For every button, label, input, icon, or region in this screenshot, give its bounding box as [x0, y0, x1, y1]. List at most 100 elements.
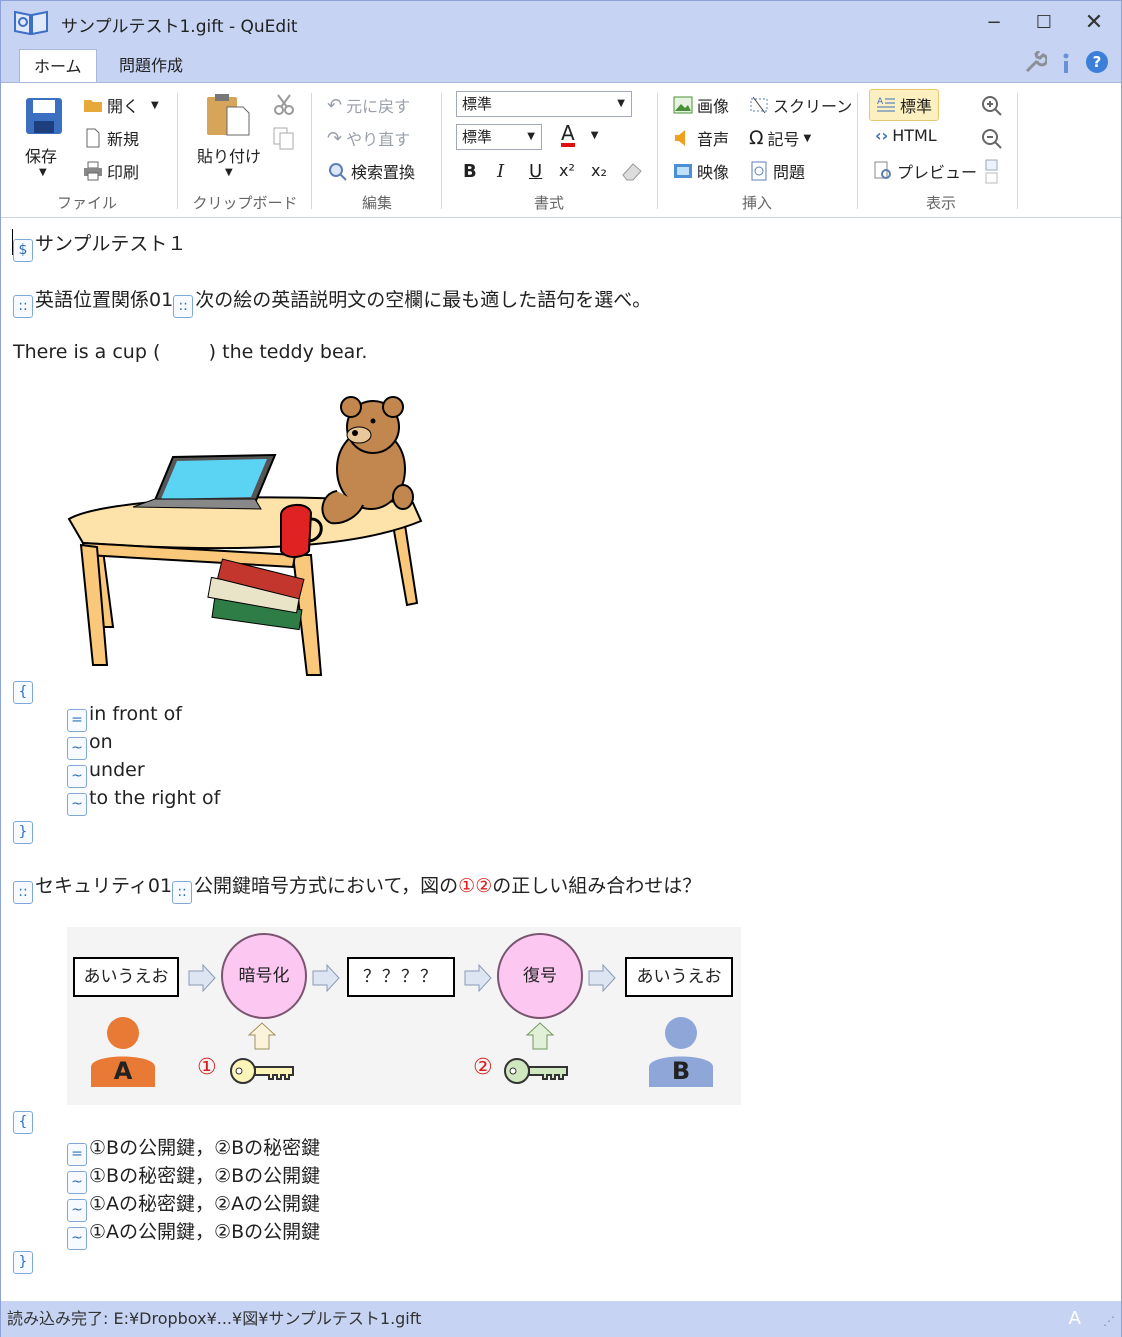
group-format: 標準 ▼ 標準 ▼ A ▼ B I U x² x₂ 書式	[445, 83, 653, 219]
editor-area[interactable]: $ サンプルテスト１ :: 英語位置関係01:: 次の絵の英語説明文の空欄に最も適した…	[1, 219, 1121, 1301]
insert-screen-button[interactable]: スクリーン	[749, 93, 852, 117]
superscript-button[interactable]: x²	[559, 161, 575, 180]
zoom-in-icon[interactable]	[981, 95, 1003, 117]
wrong-marker: ~	[67, 1227, 87, 1250]
speaker-icon	[675, 130, 685, 146]
code-icon: ‹›	[875, 126, 889, 145]
subscript-button[interactable]: x₂	[591, 161, 607, 180]
screenshot-icon	[750, 96, 768, 114]
underline-button[interactable]: U	[529, 161, 542, 182]
insert-video-button[interactable]: 映像	[673, 159, 729, 183]
find-replace-button[interactable]: 検索置換	[327, 159, 415, 183]
plaintext-box: あいうえお	[625, 957, 733, 997]
folder-icon	[84, 100, 102, 112]
redo-icon: ↷	[327, 127, 343, 149]
title-bar: サンプルテスト1.gift - QuEdit − ☐ ✕	[1, 1, 1121, 43]
italic-button[interactable]: I	[497, 161, 504, 182]
redo-button[interactable]: ↷ やり直す	[327, 126, 410, 150]
open-brace-marker: {	[13, 1111, 33, 1134]
group-label-edit: 編集	[361, 194, 392, 212]
choice-text: ①Aの秘密鍵，②Aの公開鍵	[89, 1193, 321, 1215]
save-dropdown-icon[interactable]: ▼	[39, 167, 47, 178]
search-icon	[329, 163, 347, 181]
font-color-button[interactable]: A ▼	[561, 123, 598, 147]
minimize-button[interactable]: −	[969, 1, 1019, 43]
paste-dropdown-icon[interactable]: ▼	[225, 167, 233, 178]
svg-text:A: A	[877, 97, 884, 107]
new-button[interactable]: 新規	[83, 126, 139, 150]
insert-image-button[interactable]: 画像	[673, 93, 729, 117]
insert-question-button[interactable]: 問題	[749, 159, 805, 183]
choice-text: ①Bの公開鍵，②Bの秘密鍵	[89, 1137, 321, 1159]
key2-label: ②	[473, 1055, 493, 1080]
dollar-marker: $	[13, 239, 33, 262]
q1-close-brace-line: }	[13, 815, 35, 844]
maximize-button[interactable]: ☐	[1019, 1, 1069, 43]
image-icon	[673, 96, 693, 114]
font-size-select[interactable]: 標準 ▼	[456, 124, 542, 150]
close-button[interactable]: ✕	[1069, 1, 1119, 43]
arrow-right-icon	[188, 963, 216, 993]
open-brace-marker: {	[13, 681, 33, 704]
arrow-up-icon	[247, 1022, 277, 1050]
close-brace-marker: }	[13, 821, 33, 844]
choice-text: under	[89, 759, 145, 781]
doc-title-line: $ サンプルテスト１	[13, 229, 186, 262]
wrench-icon[interactable]	[1023, 51, 1047, 75]
eraser-icon[interactable]	[621, 161, 643, 181]
view-html-button[interactable]: ‹› HTML	[875, 126, 937, 145]
insert-symbol-button[interactable]: Ω 記号 ▼	[749, 126, 811, 150]
ciphertext-box: ？？？？	[347, 957, 455, 997]
tab-question-create[interactable]: 問題作成	[105, 49, 197, 83]
q2-open-brace-line: {	[13, 1105, 35, 1134]
colon-marker: ::	[13, 295, 33, 318]
choice-text: to the right of	[89, 787, 221, 809]
group-label-insert: 挿入	[741, 194, 772, 212]
open-button[interactable]: 開く ▼	[83, 93, 159, 117]
doc-title: サンプルテスト１	[35, 233, 187, 255]
checkbox-icon[interactable]	[985, 159, 999, 185]
plaintext-box: あいうえお	[73, 957, 179, 997]
q2-choice: ~ ①Aの公開鍵，②Bの公開鍵	[67, 1217, 320, 1250]
film-icon	[674, 164, 692, 178]
style-select[interactable]: 標準 ▼	[456, 91, 632, 117]
print-button[interactable]: 印刷	[83, 159, 139, 183]
divider	[311, 93, 312, 209]
paste-button[interactable]: 貼り付け	[197, 143, 261, 167]
arrow-right-icon	[464, 963, 492, 993]
bold-button[interactable]: B	[463, 161, 477, 182]
group-edit: ↶ 元に戻す ↷ やり直す 検索置換 編集	[315, 83, 439, 219]
app-logo-icon	[14, 10, 48, 35]
q1-choice: ~ under	[67, 759, 145, 788]
question-doc-icon	[751, 161, 767, 181]
copy-icon[interactable]	[273, 127, 295, 151]
undo-button[interactable]: ↶ 元に戻す	[327, 93, 410, 117]
window-title: サンプルテスト1.gift - QuEdit	[61, 17, 298, 37]
omega-icon: Ω	[749, 127, 764, 149]
status-bar: 読み込み完了: E:¥Dropbox¥...¥図¥サンプルテスト1.gift A…	[1, 1301, 1121, 1337]
save-button[interactable]: 保存	[25, 143, 57, 167]
insert-audio-button[interactable]: 音声	[673, 126, 729, 150]
q2-name: セキュリティ01	[35, 875, 173, 897]
divider	[857, 93, 858, 209]
zoom-out-icon[interactable]	[981, 128, 1003, 150]
choice-text: in front of	[89, 703, 182, 725]
tab-home[interactable]: ホーム	[19, 49, 97, 83]
view-standard-button[interactable]: A 標準	[869, 89, 940, 121]
resize-grip-icon[interactable]: ⋰	[1103, 1303, 1115, 1337]
divider	[177, 93, 178, 209]
group-label-file: ファイル	[56, 194, 117, 212]
divider	[657, 93, 658, 209]
group-label-format: 書式	[533, 194, 564, 212]
q2-text-highlight: ①②	[458, 875, 493, 897]
wrong-marker: ~	[67, 793, 87, 816]
cut-icon[interactable]	[273, 93, 295, 115]
q1-choice: = in front of	[67, 703, 182, 732]
help-icon[interactable]: ?	[1085, 50, 1109, 74]
info-icon[interactable]	[1059, 51, 1073, 75]
text-lines-icon: A	[877, 97, 895, 112]
close-brace-marker: }	[13, 1251, 33, 1274]
view-preview-button[interactable]: プレビュー	[873, 159, 977, 183]
group-view: A 標準 ‹› HTML プレビュー 表示	[861, 83, 1021, 219]
wrong-marker: ~	[67, 737, 87, 760]
